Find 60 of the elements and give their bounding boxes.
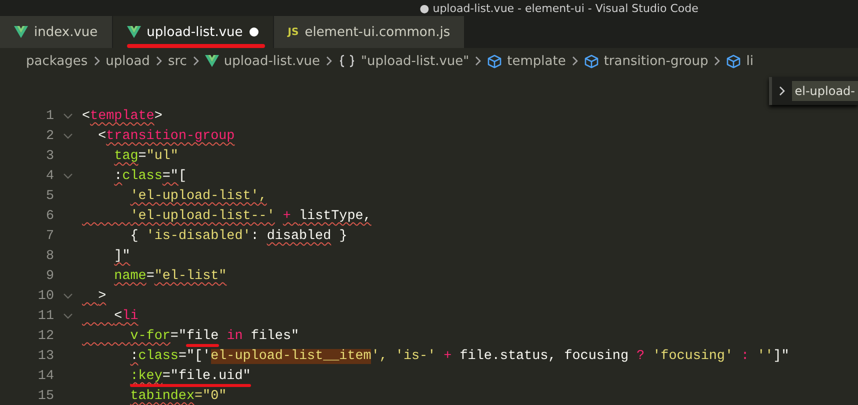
- line-number: 11: [36, 308, 54, 324]
- cube-icon: [726, 54, 742, 68]
- breadcrumb-item[interactable]: packages: [26, 54, 88, 68]
- js-file-icon: JS: [288, 26, 299, 38]
- breadcrumb-item[interactable]: upload: [106, 54, 150, 68]
- line-number: 8: [44, 248, 54, 264]
- sticky-label[interactable]: el-upload-: [792, 81, 858, 101]
- code-line: 'el-upload-list',: [129, 188, 267, 204]
- breadcrumb-item[interactable]: template: [507, 54, 566, 68]
- editor-tab[interactable]: index.vue: [0, 16, 113, 48]
- chevron-right-icon: [192, 55, 200, 67]
- code-line: 'el-upload-list--' + listType,: [129, 208, 372, 224]
- breadcrumb-item[interactable]: transition-group: [604, 54, 708, 68]
- breadcrumb-item[interactable]: upload-list.vue: [224, 54, 320, 68]
- braces-icon: [338, 54, 356, 68]
- window-title: ● upload-list.vue - element-ui - Visual Studio Code: [420, 2, 698, 14]
- line-number: 15: [36, 388, 54, 404]
- chevron-right-icon: [325, 55, 334, 67]
- cube-icon: [584, 54, 599, 68]
- line-number: 3: [44, 148, 54, 164]
- line-number: 14: [36, 368, 54, 384]
- chevron-right-icon: [713, 55, 722, 67]
- line-number: 9: [44, 268, 54, 284]
- chevron-right-icon: [570, 55, 579, 67]
- code-line: :key="file.uid": [129, 368, 251, 384]
- code-line: v-for="file in files": [129, 328, 300, 344]
- vue-logo-icon: [126, 26, 141, 38]
- editor-tab[interactable]: upload-list.vue: [112, 16, 274, 48]
- chevron-right-icon: [474, 55, 482, 67]
- chevron-right-icon: [92, 55, 101, 67]
- code-line: ]": [113, 248, 130, 264]
- line-number: 7: [44, 228, 54, 244]
- code-line: >: [97, 288, 106, 304]
- code-line: { 'is-disabled': disabled }: [129, 228, 348, 244]
- breadcrumb-item[interactable]: li: [746, 54, 754, 68]
- line-number: 6: [44, 208, 54, 224]
- editor-tab[interactable]: JS element-ui.common.js: [274, 16, 466, 48]
- code-line: tag="ul": [113, 148, 178, 164]
- code-line: :class="[: [113, 168, 187, 184]
- code-line: <template>: [82, 108, 162, 124]
- code-line: name="el-list": [113, 268, 227, 284]
- unsaved-dot-icon: [248, 27, 259, 37]
- line-number: 12: [36, 328, 54, 344]
- line-number: 2: [44, 128, 54, 144]
- vue-logo-icon: [204, 55, 219, 67]
- code-line: tabindex="0": [129, 388, 227, 404]
- chevron-right-icon: [154, 55, 163, 67]
- line-number: 5: [44, 188, 54, 204]
- breadcrumb-item[interactable]: "upload-list.vue": [361, 54, 470, 68]
- code-line: <li: [113, 308, 138, 324]
- vue-logo-icon: [14, 26, 28, 38]
- line-number: 13: [36, 348, 54, 364]
- code-line: :class="['el-upload-list__item', 'is-' + file.status, focusing ? 'focusing' : '']": [129, 348, 790, 364]
- line-number: 10: [36, 288, 54, 304]
- breadcrumb-item[interactable]: src: [168, 54, 187, 68]
- code-line: <transition-group: [97, 128, 235, 144]
- chevron-right-icon: [778, 85, 786, 97]
- cube-icon: [487, 54, 502, 68]
- line-number: 1: [44, 108, 54, 124]
- line-number: 4: [44, 168, 54, 184]
